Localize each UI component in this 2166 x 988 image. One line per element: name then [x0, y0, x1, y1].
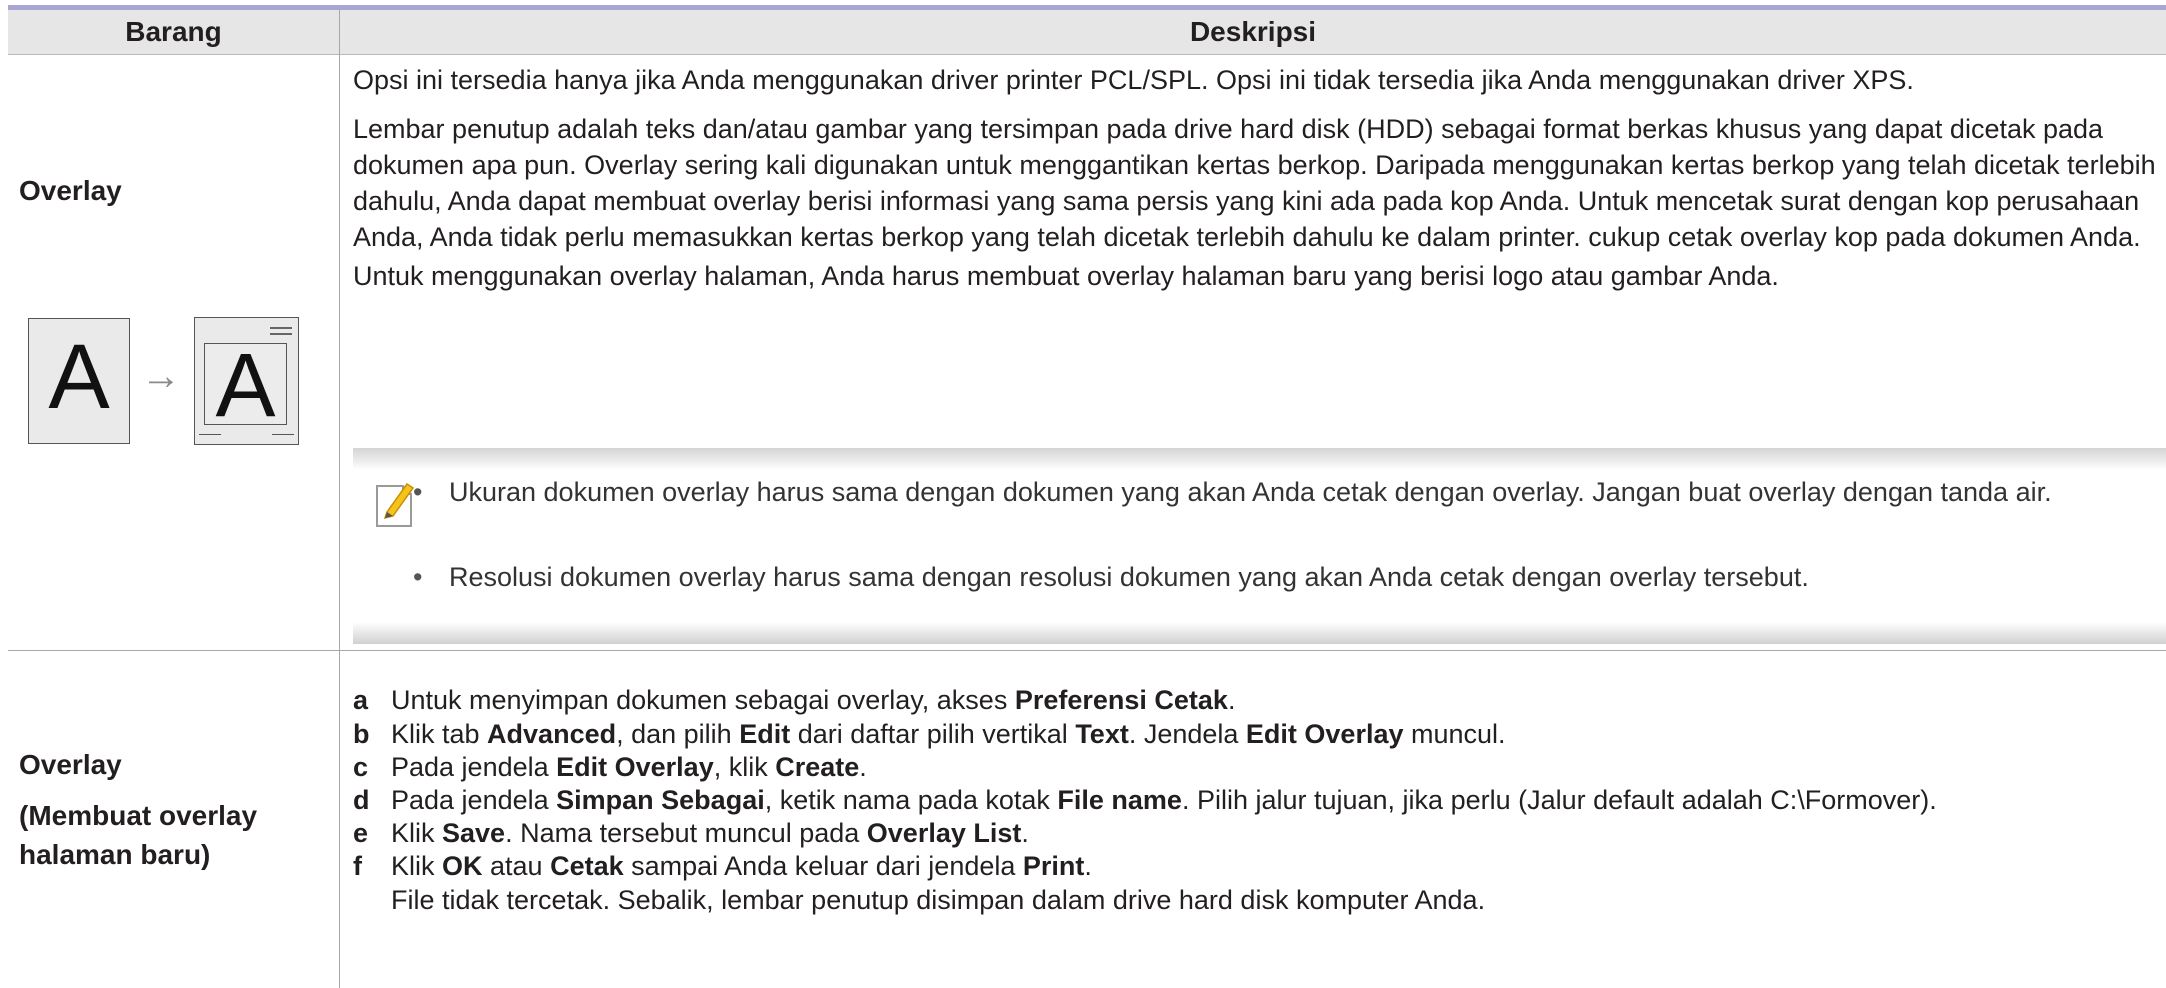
step-text: Klik Save. Nama tersebut muncul pada Ove…	[391, 818, 1029, 848]
step-text: Klik OK atau Cetak sampai Anda keluar da…	[391, 851, 1092, 881]
row-label-subtitle-2: halaman baru)	[19, 839, 211, 870]
overlay-page-image: A	[194, 317, 299, 445]
paragraph-usage: Untuk menggunakan overlay halaman, Anda …	[353, 261, 1779, 291]
column-divider	[339, 10, 340, 988]
step-text: Untuk menyimpan dokumen sebagai overlay,…	[391, 685, 1236, 715]
row-label-subtitle-1: (Membuat overlay	[19, 800, 258, 831]
paragraph-availability: Opsi ini tersedia hanya jika Anda menggu…	[353, 65, 1914, 95]
step-letter: c	[353, 752, 369, 782]
arrow-right-icon: →	[141, 354, 181, 398]
step-text: Pada jendela Edit Overlay, klik Create.	[391, 752, 867, 782]
step-letter: b	[353, 719, 370, 749]
row-divider	[8, 650, 2166, 651]
note-box: • Ukuran dokumen overlay harus sama denga…	[353, 448, 2166, 644]
step-text: Klik tab Advanced, dan pilih Edit dari d…	[391, 719, 1506, 749]
step-letter: a	[353, 685, 369, 715]
step-letter: e	[353, 818, 369, 848]
note-item: • Ukuran dokumen overlay harus sama denga…	[413, 477, 2052, 507]
paragraph-overlay-description: Lembar penutup adalah teks dan/atau gamb…	[353, 114, 2156, 252]
step-letter: f	[353, 851, 362, 881]
column-header-barang: Barang	[125, 16, 222, 47]
row-label-overlay-2: Overlay	[19, 749, 122, 780]
row-label-overlay: Overlay	[19, 175, 122, 206]
note-item: • Resolusi dokumen overlay harus sama den…	[413, 562, 1809, 592]
column-header-deskripsi: Deskripsi	[1189, 16, 1317, 47]
plain-page-image: A	[28, 318, 130, 444]
step-text: Pada jendela Simpan Sebagai, ketik nama …	[391, 785, 1937, 815]
step-letter: d	[353, 785, 370, 815]
